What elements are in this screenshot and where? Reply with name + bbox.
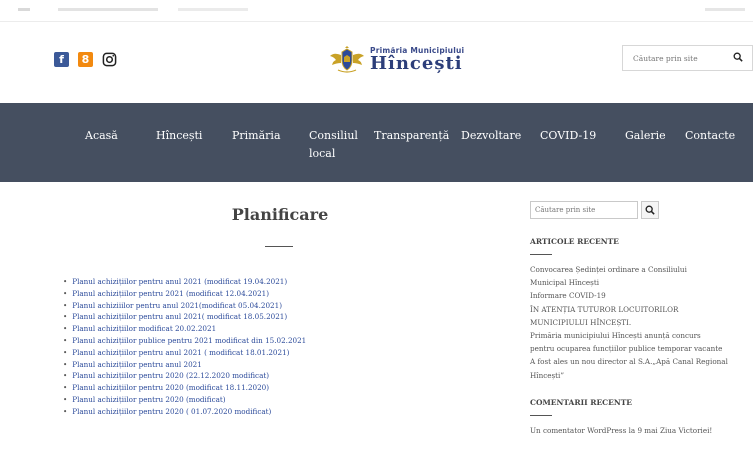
list-item: Convocarea Ședinței ordinare a Consiliul… (530, 263, 753, 276)
comment-snippet[interactable]: Un comentator WordPress la 9 mai Ziua Vi… (530, 424, 753, 437)
header-search-input[interactable] (623, 46, 723, 70)
nav-item-galerie[interactable]: Galerie (625, 127, 666, 145)
article-link[interactable]: Municipal Hîncești (530, 278, 599, 287)
nav-item-covid-19[interactable]: COVID-19 (540, 127, 596, 145)
nav-item-transparenta[interactable]: Transparență (374, 127, 449, 145)
plan-link[interactable]: Planul achiziiilor pentru anul 2021(modi… (72, 301, 282, 310)
list-item: ÎN ATENȚIA TUTUROR LOCUITORILOR (530, 303, 753, 316)
recent-comments-heading: COMENTARII RECENTE (530, 397, 633, 407)
list-item: Planul achizițiilor pentru 2021 (modific… (63, 288, 306, 300)
sidebar-search (530, 201, 753, 219)
header-search (622, 45, 753, 71)
list-item: Planul achizițiilor pentru anul 2021 (mo… (63, 276, 306, 288)
article-link[interactable]: Primăria municipiului Hîncești anunță co… (530, 331, 701, 340)
top-strip-text (18, 8, 248, 11)
list-item: Planul achizițiilor pentru 2020 (modific… (63, 394, 306, 406)
coat-of-arms-icon (330, 46, 364, 73)
plan-link[interactable]: Planul achizițiilor pentru anul 2021 (mo… (72, 277, 287, 286)
sidebar-search-button[interactable] (641, 201, 659, 219)
heading-divider (530, 254, 552, 255)
article-link[interactable]: Informare COVID-19 (530, 291, 606, 300)
nav-item-consiliul-local[interactable]: Consiliul local (309, 127, 365, 163)
list-item: Planul achiziiilor pentru anul 2021(modi… (63, 300, 306, 312)
sidebar: ARTICOLE RECENTE Convocarea Ședinței ord… (530, 201, 753, 437)
list-item: Planul achizițiilor modificat 20.02.2021 (63, 323, 306, 335)
logo-title: Hîncești (370, 52, 463, 74)
list-item: pentru ocuparea funcțiilor publice tempo… (530, 342, 753, 355)
page-title: Planificare (231, 205, 329, 224)
nav-item-hincesti[interactable]: Hîncești (156, 127, 202, 145)
recent-articles-heading: ARTICOLE RECENTE (530, 237, 619, 246)
list-item: Municipal Hîncești (530, 276, 753, 289)
list-item: MUNICIPIULUI HÎNCEȘTI. (530, 316, 753, 329)
list-item: Planul achizițiilor publice pentru 2021 … (63, 335, 306, 347)
article-link[interactable]: Convocarea Ședinței ordinare a Consiliul… (530, 265, 687, 274)
sidebar-search-input[interactable] (530, 201, 638, 219)
plan-link[interactable]: Planul achizițiilor pentru 2020 (modific… (72, 383, 269, 392)
plan-link[interactable]: Planul achizițiilor pentru 2020 (modific… (72, 395, 225, 404)
plan-link[interactable]: Planul achizițiilor publice pentru 2021 … (72, 336, 306, 345)
instagram-icon[interactable] (102, 52, 117, 67)
article-link[interactable]: MUNICIPIULUI HÎNCEȘTI. (530, 318, 631, 327)
heading-divider (530, 414, 552, 416)
list-item: Planul achizițiilor pentru 2020 ( 01.07.… (63, 406, 306, 418)
main-navigation: Acasă Hîncești Primăria Consiliul local … (0, 103, 753, 182)
search-icon (645, 205, 655, 215)
article-link[interactable]: Hîncești” (530, 371, 564, 380)
plan-link[interactable]: Planul achizițiilor pentru 2020 (22.12.2… (72, 371, 269, 380)
browser-top-strip (0, 0, 753, 22)
list-item: A fost ales un nou director al S.A.„Apă … (530, 355, 753, 368)
nav-item-dezvoltare[interactable]: Dezvoltare (461, 127, 521, 145)
top-strip-text-right (705, 8, 745, 11)
plan-link[interactable]: Planul achizițiilor pentru 2021 (modific… (72, 289, 269, 298)
plan-link[interactable]: Planul achizițiilor pentru anul 2021( mo… (72, 312, 287, 321)
plan-link[interactable]: Planul achizițiilor pentru 2020 ( 01.07.… (72, 407, 271, 416)
list-item: Planul achizițiilor pentru anul 2021 ( m… (63, 347, 306, 359)
plan-link[interactable]: Planul achizițiilor modificat 20.02.2021 (72, 324, 216, 333)
plan-link[interactable]: Planul achizițiilor pentru anul 2021 ( m… (72, 348, 289, 357)
plan-link[interactable]: Planul achizițiilor pentru anul 2021 (72, 360, 202, 369)
list-item: Planul achizițiilor pentru 2020 (modific… (63, 382, 306, 394)
list-item: Primăria municipiului Hîncești anunță co… (530, 329, 753, 342)
search-icon[interactable] (733, 52, 743, 65)
nav-item-contacte[interactable]: Contacte (685, 127, 735, 145)
nav-item-primaria[interactable]: Primăria (232, 127, 281, 145)
recent-articles-list: Convocarea Ședinței ordinare a Consiliul… (530, 263, 753, 382)
nav-item-acasa[interactable]: Acasă (85, 127, 118, 145)
article-link[interactable]: pentru ocuparea funcțiilor publice tempo… (530, 344, 722, 353)
odnoklassniki-icon[interactable]: 8 (78, 52, 93, 67)
list-item: Planul achizițiilor pentru anul 2021 (63, 359, 306, 371)
article-link[interactable]: ÎN ATENȚIA TUTUROR LOCUITORILOR (530, 305, 678, 314)
site-header: f 8 Primăria Municipiului Hîncești (0, 22, 753, 103)
list-item: Planul achizițiilor pentru 2020 (22.12.2… (63, 370, 306, 382)
site-logo[interactable]: Primăria Municipiului Hîncești (328, 46, 464, 74)
list-item: Informare COVID-19 (530, 289, 753, 302)
social-links: f 8 (54, 52, 117, 67)
list-item: Planul achizițiilor pentru anul 2021( mo… (63, 311, 306, 323)
facebook-icon[interactable]: f (54, 52, 69, 67)
procurement-plan-list: Planul achizițiilor pentru anul 2021 (mo… (63, 276, 306, 418)
article-link[interactable]: A fost ales un nou director al S.A.„Apă … (530, 357, 728, 366)
list-item: Hîncești” (530, 369, 753, 382)
title-divider (265, 246, 293, 247)
